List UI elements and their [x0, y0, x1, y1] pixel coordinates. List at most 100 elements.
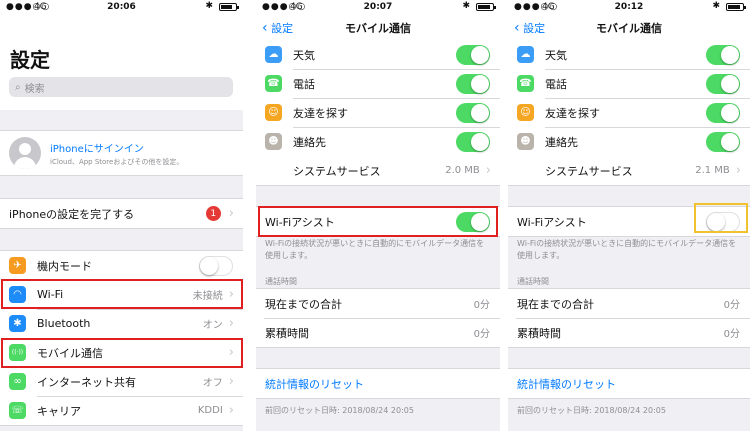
app-row-weather: ☁ 天気 [508, 40, 750, 69]
app-row-weather: ☁ 天気 [256, 40, 500, 69]
weather-icon: ☁ [517, 46, 534, 63]
call-time-header: 通話時間 [517, 277, 549, 286]
battery-icon [476, 3, 496, 11]
reset-statistics-button[interactable]: 統計情報のリセット [256, 369, 500, 398]
settings-row-bluetooth[interactable]: ✱ Bluetooth オン › [0, 309, 243, 338]
current-period-value: 0分 [723, 300, 740, 311]
chevron-right-icon: › [485, 163, 491, 178]
lifetime-label: 累積時間 [265, 326, 309, 340]
lifetime-value: 0分 [473, 329, 490, 340]
status-bar: ●●●○○ 4G 20:06 ✱ [0, 0, 243, 14]
search-input[interactable]: ⌕ 検索 [9, 77, 233, 97]
settings-row-label: 機内モード [37, 259, 92, 273]
system-services-value: 2.1 MB [695, 165, 730, 176]
current-period-label: 現在までの合計 [517, 297, 594, 311]
finish-setup-label: iPhoneの設定を完了する [9, 207, 135, 221]
avatar [9, 137, 41, 169]
weather-icon: ☁ [265, 46, 282, 63]
app-cellular-toggle[interactable] [456, 131, 490, 152]
notification-badge: 1 [205, 206, 221, 221]
current-period-row: 現在までの合計 0分 [256, 289, 500, 318]
current-period-label: 現在までの合計 [265, 297, 342, 311]
settings-row-hotspot[interactable]: ∞ インターネット共有 オフ › [0, 367, 243, 396]
wifi-assist-toggle-highlight-box [694, 203, 748, 233]
reset-group: 統計情報のリセット [508, 368, 750, 399]
last-reset-text: 前回のリセット日時: 2018/08/24 20:05 [265, 406, 414, 415]
app-cellular-toggle[interactable] [706, 102, 740, 123]
bluetooth-icon: ✱ [9, 315, 26, 332]
settings-row-value: KDDI [197, 405, 223, 416]
app-row-label: 天気 [293, 48, 315, 62]
app-cellular-toggle[interactable] [456, 73, 490, 94]
app-cellular-toggle[interactable] [706, 73, 740, 94]
system-services-label: システムサービス [545, 164, 633, 178]
finish-setup-row[interactable]: iPhoneの設定を完了する 1 › [0, 199, 243, 228]
current-period-row: 現在までの合計 0分 [508, 289, 750, 318]
last-reset-text: 前回のリセット日時: 2018/08/24 20:05 [517, 406, 666, 415]
system-services-row[interactable]: システムサービス 2.0 MB › [256, 156, 500, 185]
app-cellular-toggle[interactable] [706, 44, 740, 65]
app-row-find-friends: ☺ 友達を探す [256, 98, 500, 127]
bluetooth-status-icon: ✱ [462, 1, 470, 11]
profile-cell[interactable]: iPhoneにサインイン iCloud、App Storeおよびその他を設定。 [0, 130, 243, 176]
app-cellular-toggle[interactable] [456, 44, 490, 65]
app-usage-group: ☁ 天気 ☎ 電話 ☺ 友達を探す ☻ 連絡先 [508, 40, 750, 157]
settings-row-value: オフ [202, 378, 223, 389]
system-services-value: 2.0 MB [445, 165, 480, 176]
app-usage-group: ☁ 天気 ☎ 電話 ☺ 友達を探す ☻ 連絡先 [256, 40, 500, 157]
reset-statistics-label: 統計情報のリセット [517, 377, 616, 391]
settings-row-airplane[interactable]: ✈ 機内モード [0, 251, 243, 280]
app-row-label: 友達を探す [545, 106, 600, 120]
carrier-icon: ☏ [9, 402, 26, 419]
phone-icon: ☎ [265, 75, 282, 92]
system-services-group: システムサービス 2.1 MB › [508, 156, 750, 186]
settings-row-label: Bluetooth [37, 317, 91, 330]
app-row-label: 電話 [293, 77, 315, 91]
chevron-right-icon: › [228, 403, 234, 418]
settings-row-label: インターネット共有 [37, 375, 136, 389]
wifi-highlight-box [1, 279, 243, 309]
bluetooth-status-icon: ✱ [712, 1, 720, 11]
battery-icon [726, 3, 746, 11]
contacts-icon: ☻ [517, 133, 534, 150]
call-time-header: 通話時間 [265, 277, 297, 286]
settings-row-label: キャリア [37, 404, 81, 418]
wifi-assist-highlight-box [258, 206, 498, 237]
nav-title: モバイル通信 [596, 22, 662, 35]
app-row-label: 連絡先 [545, 135, 578, 149]
phone-icon: ☎ [517, 75, 534, 92]
bluetooth-status-icon: ✱ [205, 1, 213, 11]
app-cellular-toggle[interactable] [456, 102, 490, 123]
chevron-right-icon: › [228, 374, 234, 389]
reset-group: 統計情報のリセット [256, 368, 500, 399]
contacts-icon: ☻ [265, 133, 282, 150]
reset-statistics-label: 統計情報のリセット [265, 377, 364, 391]
settings-row-carrier[interactable]: ☏ キャリア KDDI › [0, 396, 243, 425]
page-title: 設定 [10, 48, 50, 72]
reset-statistics-button[interactable]: 統計情報のリセット [508, 369, 750, 398]
cellular-screen-before: ●●●○○ 4G 20:07 ✱ ‹ 設定 モバイル通信 ☁ 天気 ☎ 電話 ☺ 友達を探… [256, 0, 500, 431]
current-period-value: 0分 [473, 300, 490, 311]
sign-in-subtitle: iCloud、App Storeおよびその他を設定。 [50, 157, 184, 166]
app-row-phone: ☎ 電話 [508, 69, 750, 98]
settings-row-value: オン [202, 320, 223, 331]
lifetime-row: 累積時間 0分 [508, 318, 750, 347]
chevron-right-icon: › [735, 163, 741, 178]
chevron-right-icon: › [228, 206, 234, 221]
cellular-screen-after: ●●●○○ 4G 20:12 ✱ ‹ 設定 モバイル通信 ☁ 天気 ☎ 電話 ☺ 友達を探… [508, 0, 750, 431]
find-friends-icon: ☺ [517, 104, 534, 121]
system-services-row[interactable]: システムサービス 2.1 MB › [508, 156, 750, 185]
nav-title: モバイル通信 [345, 22, 411, 35]
call-time-group: 現在までの合計 0分 累積時間 0分 [508, 288, 750, 348]
setup-group: iPhoneの設定を完了する 1 › [0, 198, 243, 229]
lifetime-value: 0分 [723, 329, 740, 340]
airplane-mode-toggle[interactable] [199, 255, 233, 276]
chevron-right-icon: › [228, 316, 234, 331]
app-row-label: 電話 [545, 77, 567, 91]
wifi-assist-label: Wi-Fiアシスト [517, 215, 587, 229]
wifi-assist-description: Wi-Fiの接続状況が悪いときに自動的にモバイルデータ通信を使用します。 [265, 239, 485, 260]
app-cellular-toggle[interactable] [706, 131, 740, 152]
airplane-icon: ✈ [9, 257, 26, 274]
app-row-label: 連絡先 [293, 135, 326, 149]
system-services-label: システムサービス [293, 164, 381, 178]
